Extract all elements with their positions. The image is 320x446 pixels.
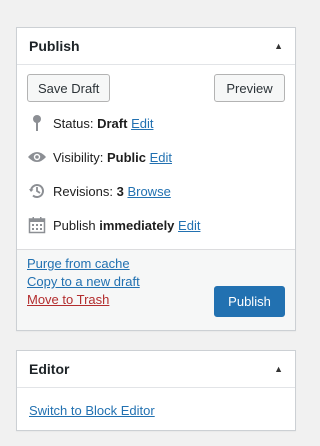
- editor-box-title: Editor: [29, 361, 70, 377]
- copy-to-draft-link[interactable]: Copy to a new draft: [27, 274, 140, 289]
- collapse-toggle-icon[interactable]: ▲: [274, 364, 283, 374]
- purge-cache-link[interactable]: Purge from cache: [27, 256, 130, 271]
- publish-box-header: Publish ▲: [17, 28, 295, 65]
- visibility-value: Public: [106, 149, 146, 165]
- status-row: Status: Draft Edit: [27, 113, 153, 133]
- collapse-toggle-icon[interactable]: ▲: [274, 41, 283, 51]
- pin-icon: [27, 113, 47, 133]
- publish-button[interactable]: Publish: [214, 286, 285, 317]
- publish-box-title: Publish: [29, 38, 80, 54]
- preview-button[interactable]: Preview: [214, 74, 285, 102]
- revisions-label: Revisions:: [53, 183, 113, 199]
- status-value: Draft: [97, 115, 128, 131]
- publish-schedule-row: Publish immediately Edit: [27, 215, 200, 235]
- status-label: Status:: [53, 115, 94, 131]
- switch-to-block-editor-link[interactable]: Switch to Block Editor: [29, 403, 155, 418]
- publish-box: Publish ▲ Save Draft Preview Status: Dra…: [16, 27, 296, 331]
- visibility-row: Visibility: Public Edit: [27, 147, 172, 167]
- visibility-label: Visibility:: [53, 149, 104, 165]
- browse-revisions-link[interactable]: Browse: [127, 184, 170, 199]
- calendar-icon: [27, 215, 47, 235]
- edit-schedule-link[interactable]: Edit: [178, 218, 200, 233]
- publish-schedule-label: Publish: [53, 217, 96, 233]
- save-draft-button[interactable]: Save Draft: [27, 74, 111, 102]
- edit-visibility-link[interactable]: Edit: [150, 150, 172, 165]
- edit-status-link[interactable]: Edit: [131, 116, 153, 131]
- history-icon: [27, 181, 47, 201]
- publish-schedule-value: immediately: [99, 217, 175, 233]
- editor-box-header: Editor ▲: [17, 351, 295, 388]
- editor-box: Editor ▲ Switch to Block Editor: [16, 350, 296, 431]
- move-to-trash-link[interactable]: Move to Trash: [27, 292, 109, 307]
- major-publishing-actions: Purge from cache Copy to a new draft Mov…: [17, 249, 295, 330]
- revisions-value: 3: [116, 183, 124, 199]
- revisions-row: Revisions: 3 Browse: [27, 181, 171, 201]
- eye-icon: [27, 147, 47, 167]
